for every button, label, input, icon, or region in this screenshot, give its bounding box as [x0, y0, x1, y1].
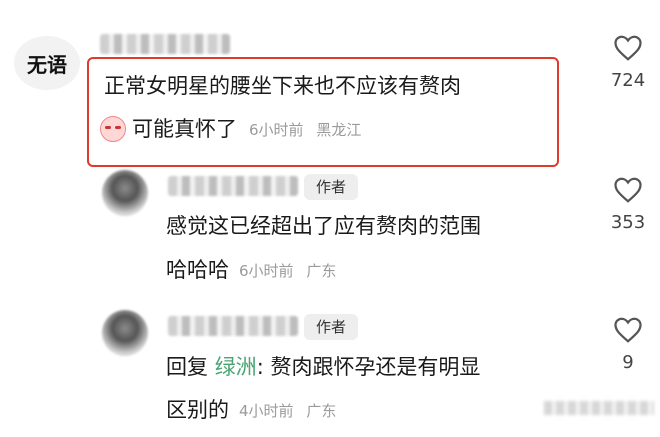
avatar[interactable]: [102, 310, 148, 356]
comment-location: 广东: [306, 261, 337, 280]
comment-time: 6小时前: [239, 261, 294, 280]
comment-location: 广东: [306, 401, 337, 420]
comment-time: 6小时前: [249, 120, 304, 139]
author-badge: 作者: [304, 314, 359, 340]
heart-icon: [614, 317, 642, 343]
like-button[interactable]: 9: [598, 316, 658, 373]
comment-location: 黑龙江: [316, 120, 362, 139]
comment-line2: 哈哈哈 6小时前 广东: [166, 256, 344, 284]
comment-text-line2: 可能真怀了: [132, 117, 237, 141]
crying-emoji-icon: [100, 116, 126, 142]
username-blurred[interactable]: [168, 316, 298, 336]
heart-icon: [614, 35, 642, 61]
like-count: 353: [610, 212, 646, 233]
watermark-blurred: [544, 401, 654, 415]
comment-meta: 4小时前 广东: [239, 400, 344, 421]
reply-text: 回复 绿洲: 赘肉跟怀孕还是有明显: [166, 353, 480, 381]
like-button[interactable]: 353: [598, 176, 658, 233]
comment-text-line2: 区别的: [166, 398, 229, 422]
comment-meta: 6小时前 黑龙江: [249, 119, 369, 140]
reply-prefix: 回复: [166, 355, 208, 379]
author-badge: 作者: [304, 174, 359, 200]
comment-text: : 赘肉跟怀孕还是有明显: [256, 355, 481, 379]
username-blurred[interactable]: [168, 176, 298, 196]
comment-text: 正常女明星的腰坐下来也不应该有赘肉: [104, 74, 461, 98]
comment-meta: 6小时前 广东: [239, 260, 344, 281]
like-count: 724: [610, 70, 646, 91]
avatar[interactable]: [102, 170, 148, 216]
comment-line2: 可能真怀了 6小时前 黑龙江: [100, 115, 369, 143]
comment-time: 4小时前: [239, 401, 294, 420]
comment-text-line2: 哈哈哈: [166, 258, 229, 282]
like-count: 9: [622, 352, 634, 373]
avatar[interactable]: 无语: [14, 36, 80, 90]
username-blurred[interactable]: [100, 34, 230, 54]
like-button[interactable]: 724: [598, 34, 658, 91]
comment-line2: 区别的 4小时前 广东: [166, 396, 344, 424]
avatar-text: 无语: [27, 52, 67, 77]
comment-text: 感觉这已经超出了应有赘肉的范围: [166, 214, 481, 238]
reply-target-link[interactable]: 绿洲: [215, 355, 257, 379]
heart-icon: [614, 177, 642, 203]
